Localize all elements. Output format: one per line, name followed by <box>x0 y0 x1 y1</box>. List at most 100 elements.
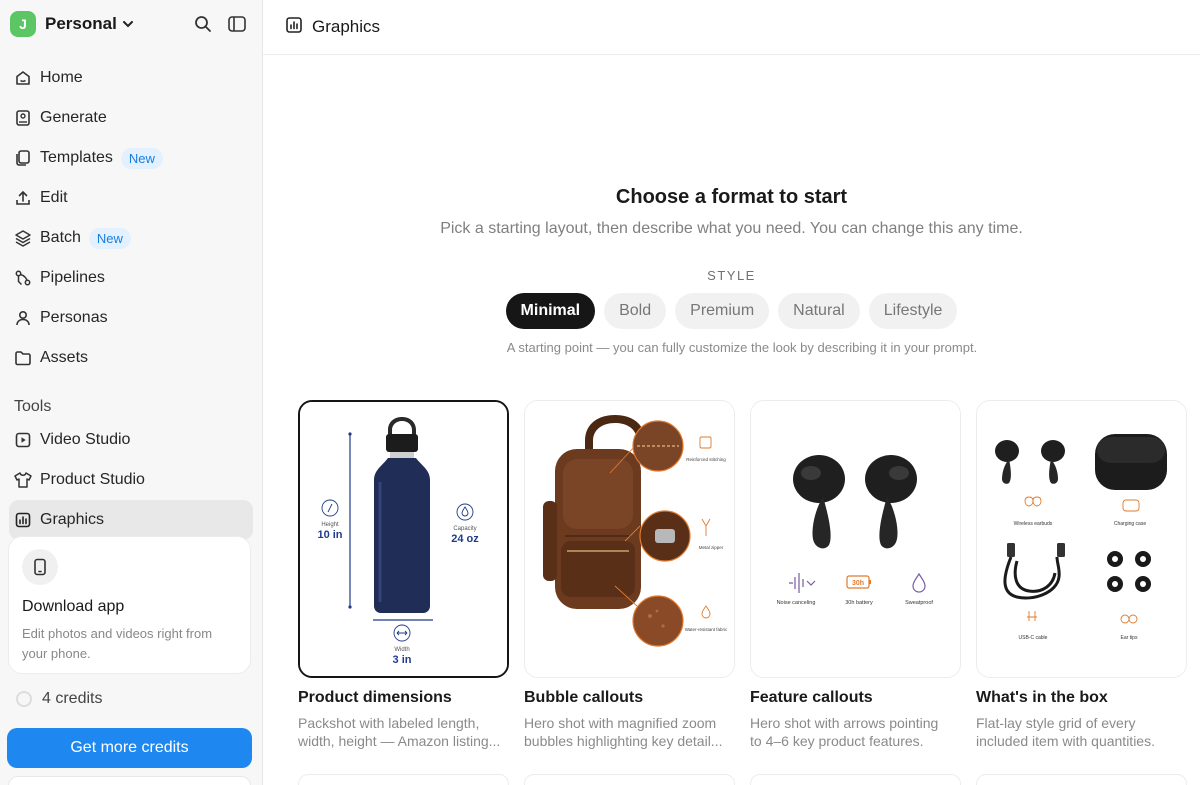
sidebar-item-product-studio[interactable]: Product Studio <box>0 460 262 500</box>
main-content: Graphics Choose a format to start Pick a… <box>263 0 1200 785</box>
style-note: A starting point — you can fully customi… <box>506 340 978 355</box>
callout-label-1: Reinforced stitching <box>686 457 726 462</box>
avatar[interactable]: J <box>10 11 36 37</box>
format-card-partial[interactable] <box>524 774 735 785</box>
phone-icon <box>22 549 58 585</box>
sidebar-item-templates[interactable]: Templates New <box>0 138 262 178</box>
sidebar-item-graphics[interactable]: Graphics <box>9 500 253 540</box>
sidebar-item-label: Edit <box>40 189 68 206</box>
style-selector: Minimal Bold Premium Natural Lifestyle <box>263 293 1200 329</box>
card-description: Flat-lay style grid of every included it… <box>976 715 1155 749</box>
format-card-product-dimensions[interactable]: Height 10 in Capacity 24 oz Width 3 in P… <box>298 400 509 750</box>
sidebar-item-label: Templates <box>40 149 113 166</box>
tools-section-title: Tools <box>14 398 52 415</box>
sidebar-item-assets[interactable]: Assets <box>0 338 262 378</box>
card-title: What's in the box <box>976 689 1108 706</box>
style-pill-lifestyle[interactable]: Lifestyle <box>868 293 958 329</box>
sidebar-item-personas[interactable]: Personas <box>0 298 262 338</box>
capacity-label: Capacity <box>453 526 476 532</box>
shirt-icon <box>13 470 33 490</box>
sidebar-item-generate[interactable]: Generate <box>0 98 262 138</box>
home-icon <box>13 68 33 88</box>
search-icon[interactable] <box>192 13 214 35</box>
sidebar-item-label: Personas <box>40 309 108 326</box>
battery-badge: 30h <box>852 580 864 587</box>
download-app-text: Edit photos and videos right from your p… <box>22 626 213 661</box>
sidebar-item-pipelines[interactable]: Pipelines <box>0 258 262 298</box>
box-item-label-4: Ear tips <box>1121 635 1138 641</box>
card-description: Hero shot with arrows pointing to 4–6 ke… <box>750 715 939 749</box>
sidebar-toggle-icon[interactable] <box>226 13 248 35</box>
subheadline: Pick a starting layout, then describe wh… <box>440 220 1023 237</box>
feature-label-1: Noise canceling <box>777 600 816 606</box>
style-pill-premium[interactable]: Premium <box>675 293 770 329</box>
format-card-partial[interactable] <box>298 774 509 785</box>
card-title: Feature callouts <box>750 689 873 706</box>
sidebar: J Personal Home Generate Templates New E… <box>0 0 263 785</box>
card-description: Packshot with labeled length, width, hei… <box>298 715 501 749</box>
chart-icon <box>13 510 33 530</box>
sidebar-item-label: Generate <box>40 109 107 126</box>
feature-label-2: 30h battery <box>845 600 873 606</box>
card-title: Product dimensions <box>298 689 452 706</box>
workspace-header: J Personal <box>0 0 262 48</box>
box-contents-illustration: Wireless earbuds Charging case USB-C cab… <box>977 401 1186 677</box>
sidebar-item-edit[interactable]: Edit <box>0 178 262 218</box>
copy-icon <box>13 148 33 168</box>
card-description: Hero shot with magnified zoom bubbles hi… <box>524 715 723 749</box>
new-badge: New <box>120 147 163 169</box>
sidebar-item-video-studio[interactable]: Video Studio <box>0 420 262 460</box>
download-app-title: Download app <box>22 598 125 615</box>
capacity-value: 24 oz <box>451 533 479 545</box>
height-value: 10 in <box>317 529 342 541</box>
card-thumbnail: Wireless earbuds Charging case USB-C cab… <box>976 400 1187 678</box>
headline: Choose a format to start <box>615 186 848 208</box>
sidebar-item-label: Graphics <box>40 511 105 528</box>
credits-indicator: 4 credits <box>16 690 102 708</box>
style-label: STYLE <box>707 268 756 283</box>
workspace-name[interactable]: Personal <box>45 14 117 34</box>
card-thumbnail: Height 10 in Capacity 24 oz Width 3 in <box>298 400 509 678</box>
page-title: Graphics <box>312 17 381 36</box>
sidebar-item-batch[interactable]: Batch New <box>0 218 262 258</box>
format-card-partial[interactable] <box>976 774 1187 785</box>
sidebar-item-home[interactable]: Home <box>0 58 262 98</box>
box-item-label-2: Charging case <box>1114 521 1146 527</box>
next-row-cards <box>298 774 1187 785</box>
image-icon <box>13 108 33 128</box>
sidebar-item-label: Product Studio <box>40 471 145 488</box>
height-label: Height <box>321 522 339 528</box>
new-badge: New <box>88 227 131 249</box>
topbar: Graphics <box>263 0 1200 55</box>
format-card-partial[interactable] <box>750 774 961 785</box>
sidebar-item-label: Pipelines <box>40 269 105 286</box>
earbuds-features-illustration: 30h Noise canceling 30h battery Sweatpro… <box>751 401 960 677</box>
get-more-credits-button[interactable]: Get more credits <box>7 728 252 768</box>
card-title: Bubble callouts <box>524 689 644 706</box>
folder-icon <box>13 348 33 368</box>
card-thumbnail: Reinforced stitching Metal zipper Water-… <box>524 400 735 678</box>
download-app-card[interactable]: Download app Edit photos and videos righ… <box>8 536 251 674</box>
width-label: Width <box>394 647 409 653</box>
format-card-whats-in-the-box[interactable]: Wireless earbuds Charging case USB-C cab… <box>976 400 1187 750</box>
box-item-label-3: USB-C cable <box>1019 635 1048 641</box>
format-cards: Height 10 in Capacity 24 oz Width 3 in P… <box>298 400 1187 750</box>
box-item-label-1: Wireless earbuds <box>1014 521 1053 527</box>
style-pill-natural[interactable]: Natural <box>778 293 860 329</box>
style-pill-bold[interactable]: Bold <box>604 293 667 329</box>
format-card-bubble-callouts[interactable]: Reinforced stitching Metal zipper Water-… <box>524 400 735 750</box>
callout-label-3: Water-resistant fabric <box>685 627 728 632</box>
layers-icon <box>13 228 33 248</box>
sidebar-footer-card <box>8 776 251 785</box>
credits-count: 4 credits <box>42 690 103 707</box>
sidebar-item-label: Home <box>40 69 83 86</box>
upload-icon <box>13 188 33 208</box>
chevron-down-icon[interactable] <box>121 17 135 31</box>
card-thumbnail: 30h Noise canceling 30h battery Sweatpro… <box>750 400 961 678</box>
style-pill-minimal[interactable]: Minimal <box>505 293 596 329</box>
format-card-feature-callouts[interactable]: 30h Noise canceling 30h battery Sweatpro… <box>750 400 961 750</box>
bottle-dimensions-illustration: Height 10 in Capacity 24 oz Width 3 in <box>300 402 507 676</box>
credits-ring-icon <box>16 691 32 707</box>
video-icon <box>13 430 33 450</box>
feature-label-3: Sweatproof <box>905 600 933 606</box>
